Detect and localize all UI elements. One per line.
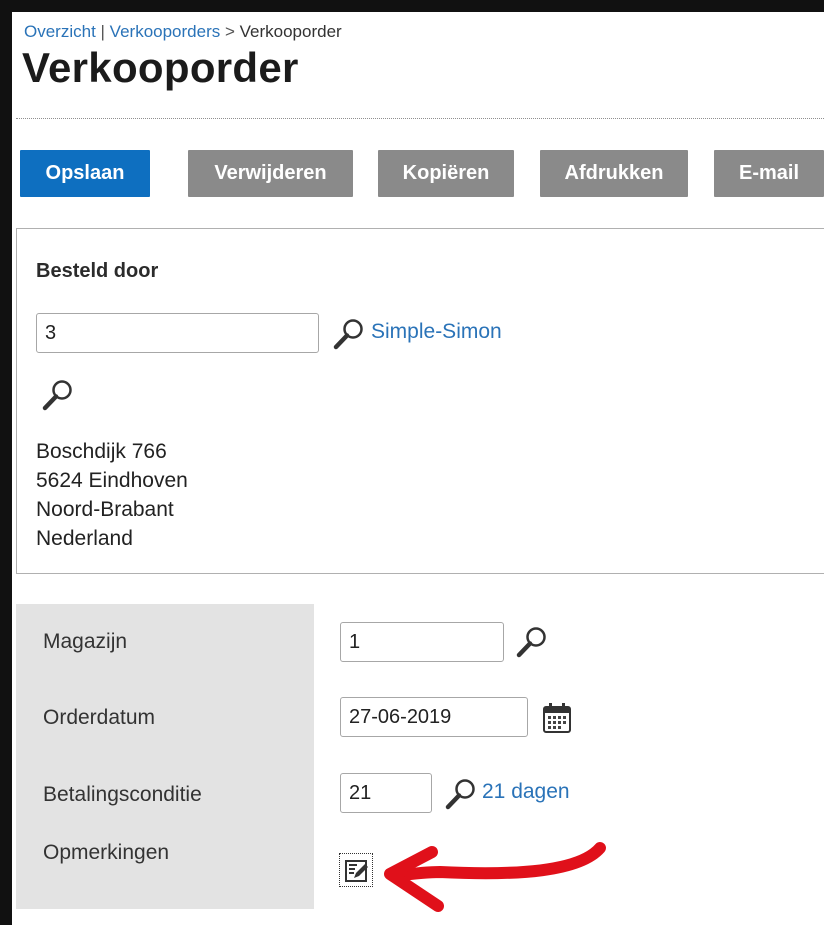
warehouse-label: Magazijn [43, 630, 128, 653]
warehouse-input[interactable] [340, 622, 504, 662]
magnifier-icon[interactable] [514, 624, 550, 660]
window-frame-top [0, 0, 824, 12]
breadcrumb-separator: > [220, 22, 240, 41]
edit-notes-icon [345, 860, 368, 882]
breadcrumb-sales-orders-link[interactable]: Verkooporders [110, 22, 221, 41]
magnifier-icon[interactable] [40, 377, 76, 413]
address-line: Boschdijk 766 [36, 440, 167, 463]
address-line: 5624 Eindhoven [36, 469, 188, 492]
notes-label: Opmerkingen [43, 841, 170, 864]
edit-notes-button[interactable] [339, 853, 373, 887]
magnifier-icon[interactable] [331, 316, 367, 352]
calendar-icon[interactable] [541, 701, 573, 735]
payment-term-label: Betalingsconditie [43, 783, 202, 806]
payment-term-input[interactable] [340, 773, 432, 813]
title-divider [16, 118, 824, 119]
breadcrumb-separator: | [95, 22, 110, 41]
save-button[interactable]: Opslaan [20, 150, 150, 197]
address-line: Noord-Brabant [36, 498, 174, 521]
payment-term-link[interactable]: 21 dagen [482, 780, 570, 804]
print-button[interactable]: Afdrukken [540, 150, 688, 197]
window-frame-left [0, 0, 12, 925]
delete-button[interactable]: Verwijderen [188, 150, 353, 197]
annotation-arrow [384, 842, 606, 912]
order-date-label: Orderdatum [43, 706, 156, 729]
copy-button[interactable]: Kopiëren [378, 150, 514, 197]
customer-name-link[interactable]: Simple-Simon [371, 320, 502, 344]
email-button[interactable]: E-mail [714, 150, 824, 197]
address-line: Nederland [36, 527, 133, 550]
customer-address: Boschdijk 766 5624 Eindhoven Noord-Braba… [36, 437, 188, 553]
breadcrumb-overview-link[interactable]: Overzicht [24, 22, 96, 41]
ordered-by-title: Besteld door [36, 260, 159, 282]
breadcrumb: Overzicht | Verkooporders > Verkooporder [24, 22, 342, 42]
breadcrumb-current: Verkooporder [239, 22, 342, 41]
magnifier-icon[interactable] [443, 776, 479, 812]
order-date-input[interactable] [340, 697, 528, 737]
page-title: Verkooporder [22, 44, 299, 91]
customer-number-input[interactable] [36, 313, 319, 353]
